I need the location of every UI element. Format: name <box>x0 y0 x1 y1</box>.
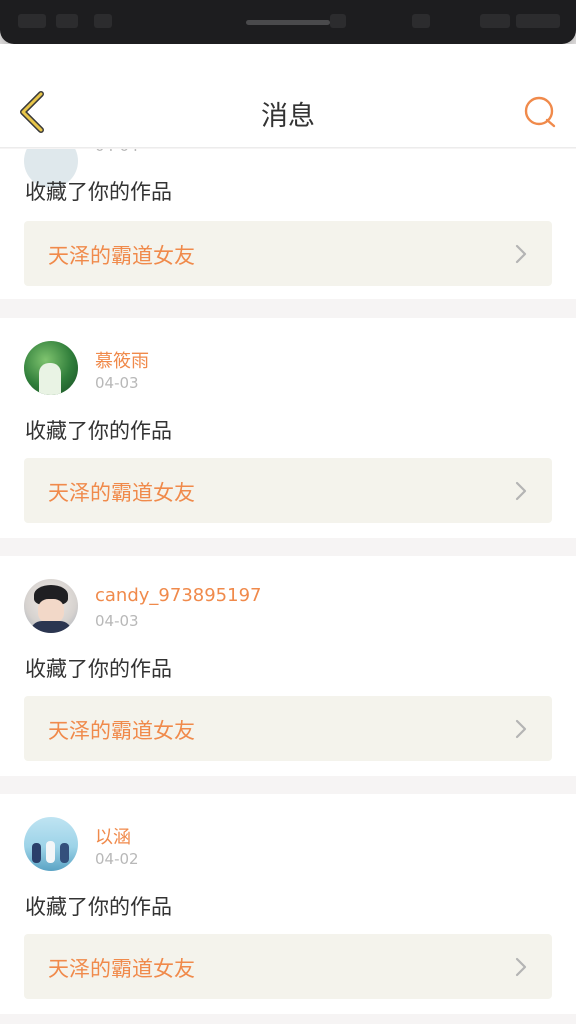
chevron-right-icon <box>515 244 527 264</box>
chevron-right-icon <box>515 719 527 739</box>
username[interactable]: 慕筱雨 <box>95 347 149 373</box>
notification-card: 以涵 04-02 收藏了你的作品 天泽的霸道女友 <box>0 794 576 1014</box>
chat-button[interactable] <box>522 94 558 130</box>
avatar[interactable] <box>24 579 78 633</box>
status-bar <box>0 0 576 44</box>
notification-card: 04-04 收藏了你的作品 天泽的霸道女友 <box>0 149 576 299</box>
app-header: 消息 <box>0 44 576 148</box>
work-link[interactable]: 天泽的霸道女友 <box>24 696 552 761</box>
chat-bubble-icon <box>524 96 556 128</box>
notification-action: 收藏了你的作品 <box>25 180 172 204</box>
notification-card: 慕筱雨 04-03 收藏了你的作品 天泽的霸道女友 <box>0 318 576 538</box>
work-title: 天泽的霸道女友 <box>48 719 195 743</box>
avatar-figure <box>32 843 41 863</box>
chevron-right-icon <box>515 481 527 501</box>
avatar-figure <box>60 843 69 863</box>
notification-action: 收藏了你的作品 <box>25 895 172 919</box>
chevron-right-icon <box>515 957 527 977</box>
avatar-figure <box>39 363 61 395</box>
avatar[interactable] <box>24 817 78 871</box>
notification-feed[interactable]: 04-04 收藏了你的作品 天泽的霸道女友 慕筱雨 04-03 收藏了你的作品 … <box>0 149 576 1024</box>
avatar-shirt <box>30 621 72 633</box>
work-title: 天泽的霸道女友 <box>48 957 195 981</box>
notification-date: 04-04 <box>95 149 139 155</box>
notification-icon <box>94 14 112 28</box>
notification-date: 04-02 <box>95 850 139 868</box>
notification-date: 04-03 <box>95 374 139 392</box>
avatar[interactable] <box>24 341 78 395</box>
bluetooth-icon <box>330 14 346 28</box>
username[interactable]: candy_973895197 <box>95 585 261 606</box>
notification-card: candy_973895197 04-03 收藏了你的作品 天泽的霸道女友 <box>0 556 576 776</box>
work-link[interactable]: 天泽的霸道女友 <box>24 458 552 523</box>
notification-action: 收藏了你的作品 <box>25 419 172 443</box>
signal-icon <box>18 14 46 28</box>
alarm-icon <box>412 14 430 28</box>
notification-date: 04-03 <box>95 612 139 630</box>
work-link[interactable]: 天泽的霸道女友 <box>24 934 552 999</box>
wifi-icon <box>56 14 78 28</box>
clock-text <box>516 14 560 28</box>
battery-icon <box>480 14 510 28</box>
drag-handle[interactable] <box>246 20 330 25</box>
work-title: 天泽的霸道女友 <box>48 481 195 505</box>
work-link[interactable]: 天泽的霸道女友 <box>24 221 552 286</box>
page-title: 消息 <box>261 101 315 132</box>
work-title: 天泽的霸道女友 <box>48 244 195 268</box>
username[interactable]: 以涵 <box>95 823 131 849</box>
notification-action: 收藏了你的作品 <box>25 657 172 681</box>
avatar-face <box>38 599 64 623</box>
avatar-figure <box>46 841 55 863</box>
